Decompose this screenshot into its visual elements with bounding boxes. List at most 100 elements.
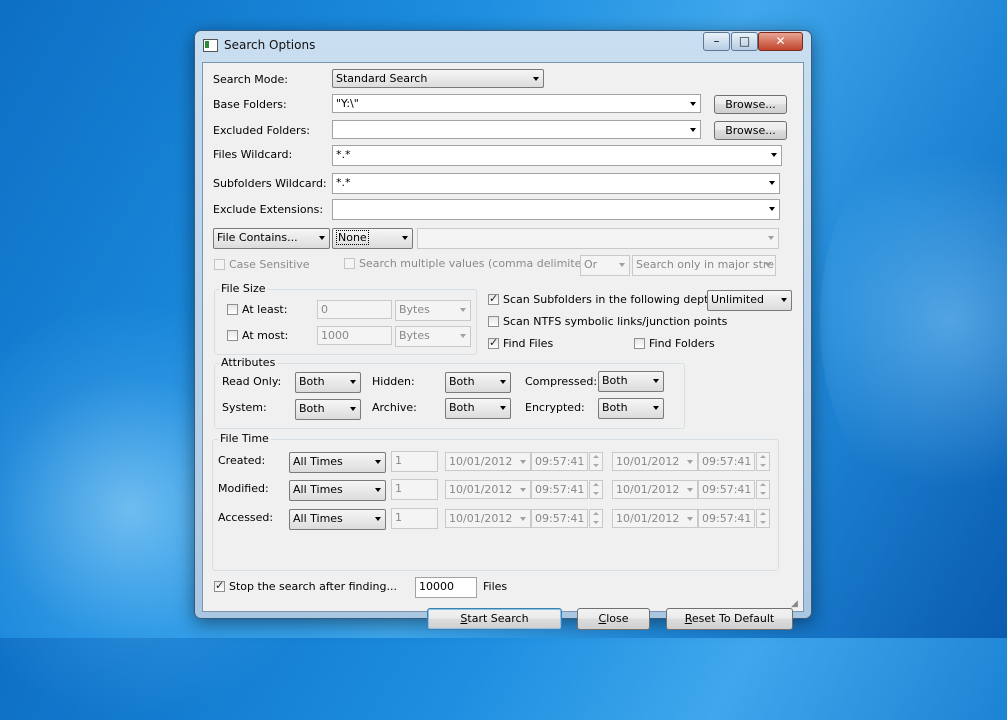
find-files-checkbox[interactable] (488, 336, 499, 349)
accessed-time-from[interactable]: 09:57:41 (531, 509, 588, 528)
hidden-label: Hidden: (372, 375, 415, 388)
at-most-input[interactable]: 1000 (317, 326, 392, 345)
chevron-down-icon (460, 334, 466, 338)
multi-values-checkbox[interactable] (344, 258, 355, 269)
modified-count-input[interactable]: 1 (391, 479, 438, 500)
accessed-date-from[interactable]: 10/01/2012 (445, 509, 531, 528)
chevron-down-icon (768, 236, 774, 240)
accessed-time-from-spinner[interactable] (589, 509, 603, 528)
chevron-down-icon (690, 128, 696, 132)
stream-scope-select[interactable]: Search only in major stre (632, 255, 776, 276)
browse-base-folders-button[interactable]: Browse... (714, 95, 787, 114)
chevron-down-icon (350, 380, 356, 384)
at-least-unit-select[interactable]: Bytes (395, 300, 471, 321)
chevron-down-icon (690, 102, 696, 106)
accessed-mode-select[interactable]: All Times (289, 509, 386, 530)
stop-after-count-input[interactable]: 10000 (415, 577, 477, 598)
chevron-down-icon (500, 380, 506, 384)
scan-subfolders-checkbox[interactable] (488, 292, 499, 305)
accessed-date-to[interactable]: 10/01/2012 (612, 509, 698, 528)
subfolders-wildcard-input[interactable]: *.* (332, 173, 780, 194)
search-mode-label: Search Mode: (213, 73, 288, 86)
search-options-window: Search Options – □ ✕ Search Mode: Standa… (194, 30, 812, 630)
close-button[interactable]: Close (577, 608, 650, 630)
exclude-extensions-input[interactable] (332, 199, 780, 220)
read-only-select[interactable]: Both (295, 372, 361, 393)
modified-time-from-spinner[interactable] (589, 480, 603, 499)
encrypted-label: Encrypted: (525, 401, 585, 414)
contains-mode-select[interactable]: File Contains... (213, 228, 330, 249)
scan-depth-select[interactable]: Unlimited (707, 290, 792, 311)
at-most-checkbox[interactable] (227, 330, 238, 341)
chevron-down-icon (769, 207, 775, 211)
find-folders-checkbox[interactable] (634, 338, 645, 349)
stop-after-checkbox[interactable] (214, 579, 225, 592)
modified-date-from[interactable]: 10/01/2012 (445, 480, 531, 499)
chevron-down-icon (653, 406, 659, 410)
start-search-button[interactable]: Start Search (427, 608, 562, 630)
chevron-down-icon (520, 460, 526, 464)
chevron-down-icon (350, 407, 356, 411)
multi-values-label: Search multiple values (comma delimited) (359, 257, 593, 270)
system-label: System: (222, 401, 267, 414)
modified-mode-select[interactable]: All Times (289, 480, 386, 501)
hidden-select[interactable]: Both (445, 372, 511, 393)
base-folders-input[interactable]: "Y:\" (332, 94, 701, 113)
search-mode-select[interactable]: Standard Search (332, 69, 544, 88)
at-most-unit-select[interactable]: Bytes (395, 326, 471, 347)
at-least-checkbox[interactable] (227, 304, 238, 315)
close-window-button[interactable]: ✕ (758, 32, 803, 51)
created-time-from-spinner[interactable] (589, 452, 603, 471)
archive-select[interactable]: Both (445, 398, 511, 419)
created-date-from[interactable]: 10/01/2012 (445, 452, 531, 471)
resize-grip-icon[interactable]: ◢ (791, 599, 801, 609)
minimize-button[interactable]: – (703, 32, 730, 51)
multi-values-logic-select[interactable]: Or (580, 255, 630, 276)
modified-time-to[interactable]: 09:57:41 (698, 480, 755, 499)
reset-to-default-button[interactable]: Reset To Default (666, 608, 793, 630)
stop-after-unit: Files (483, 580, 508, 593)
chevron-down-icon (533, 77, 539, 81)
files-wildcard-input[interactable]: *.* (332, 145, 782, 166)
app-icon (203, 39, 218, 52)
at-least-label: At least: (242, 303, 288, 316)
file-size-title: File Size (219, 282, 268, 295)
created-count-input[interactable]: 1 (391, 451, 438, 472)
chevron-down-icon (771, 153, 777, 157)
created-time-to-spinner[interactable] (756, 452, 770, 471)
created-label: Created: (218, 454, 266, 467)
browse-excluded-folders-button[interactable]: Browse... (714, 121, 787, 140)
created-time-from[interactable]: 09:57:41 (531, 452, 588, 471)
find-files-label: Find Files (503, 337, 554, 350)
chevron-down-icon (769, 181, 775, 185)
accessed-count-input[interactable]: 1 (391, 508, 438, 529)
contains-text-input[interactable] (417, 228, 779, 249)
accessed-label: Accessed: (218, 511, 274, 524)
chevron-down-icon (781, 298, 787, 302)
at-least-input[interactable]: 0 (317, 300, 392, 319)
scan-subfolders-label: Scan Subfolders in the following depth: (503, 293, 720, 306)
excluded-folders-input[interactable] (332, 120, 701, 139)
modified-date-to[interactable]: 10/01/2012 (612, 480, 698, 499)
accessed-time-to[interactable]: 09:57:41 (698, 509, 755, 528)
modified-time-to-spinner[interactable] (756, 480, 770, 499)
chevron-down-icon (765, 263, 771, 267)
contains-type-select[interactable]: None (332, 228, 413, 249)
excluded-folders-label: Excluded Folders: (213, 124, 311, 137)
scan-ntfs-checkbox[interactable] (488, 316, 499, 327)
maximize-button[interactable]: □ (731, 32, 758, 51)
case-sensitive-checkbox[interactable] (214, 259, 225, 270)
chevron-down-icon (375, 488, 381, 492)
encrypted-select[interactable]: Both (598, 398, 664, 419)
modified-label: Modified: (218, 482, 269, 495)
created-mode-select[interactable]: All Times (289, 452, 386, 473)
accessed-time-to-spinner[interactable] (756, 509, 770, 528)
created-date-to[interactable]: 10/01/2012 (612, 452, 698, 471)
file-time-title: File Time (218, 432, 271, 445)
chevron-down-icon (319, 236, 325, 240)
compressed-select[interactable]: Both (598, 371, 664, 392)
system-select[interactable]: Both (295, 399, 361, 420)
created-time-to[interactable]: 09:57:41 (698, 452, 755, 471)
scan-ntfs-label: Scan NTFS symbolic links/junction points (503, 315, 728, 328)
modified-time-from[interactable]: 09:57:41 (531, 480, 588, 499)
